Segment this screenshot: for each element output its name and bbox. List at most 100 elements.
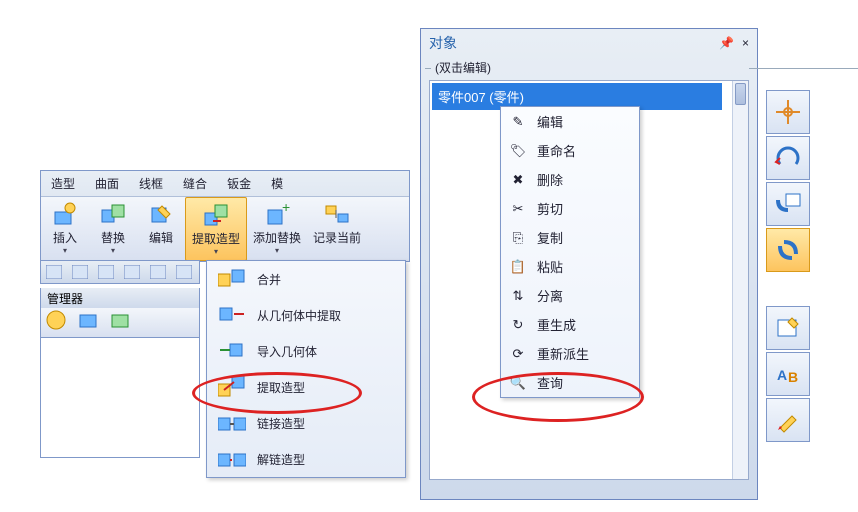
extract-shape-button[interactable]: 提取造型▾ — [185, 197, 247, 261]
dropdown-label: 导入几何体 — [257, 343, 317, 360]
edit-icon — [147, 201, 175, 229]
snap-button[interactable] — [766, 90, 810, 134]
chevron-down-icon: ▾ — [63, 246, 67, 255]
query-icon: 🔍 — [509, 374, 527, 392]
tab-surface[interactable]: 曲面 — [85, 171, 129, 196]
ctx-label: 复制 — [537, 228, 563, 247]
note-button[interactable] — [766, 306, 810, 350]
tab-stitch[interactable]: 缝合 — [173, 171, 217, 196]
vertical-toolbar: AB — [766, 90, 812, 442]
svg-text:B: B — [788, 369, 798, 385]
rename-tool-button[interactable]: AB — [766, 352, 810, 396]
dropdown-merge[interactable]: 合并 — [207, 261, 405, 297]
ctx-label: 重命名 — [537, 141, 576, 160]
link-shape-icon — [217, 411, 247, 435]
mgr-icon-1[interactable] — [45, 309, 67, 336]
pin-icon[interactable]: 📌 — [719, 36, 734, 50]
tab-wireframe[interactable]: 线框 — [129, 171, 173, 196]
record-label: 记录当前 — [313, 229, 361, 246]
mini-toolbar — [40, 260, 200, 284]
close-icon[interactable]: × — [742, 36, 749, 50]
tab-shape[interactable]: 造型 — [41, 171, 85, 196]
ctx-rename[interactable]: 🏷 重命名 — [501, 136, 639, 165]
ribbon-tabs: 造型 曲面 线框 缝合 钣金 模 — [41, 171, 409, 196]
chevron-down-icon: ▾ — [111, 246, 115, 255]
dropdown-label: 从几何体中提取 — [257, 307, 341, 324]
scissors-icon: ✂ — [509, 200, 527, 218]
mini-btn-1[interactable] — [42, 262, 66, 282]
ribbon: 造型 曲面 线框 缝合 钣金 模 插入▾ 替换▾ 编辑 提取造型▾ + 添加替换… — [40, 170, 410, 262]
manager-label: 管理器 — [40, 288, 200, 310]
replace-button[interactable]: 替换▾ — [89, 197, 137, 261]
dropdown-extract-from-geom[interactable]: 从几何体中提取 — [207, 297, 405, 333]
insert-icon — [51, 201, 79, 229]
ctx-label: 粘贴 — [537, 257, 563, 276]
mini-btn-2[interactable] — [68, 262, 92, 282]
separate-icon: ⇅ — [509, 287, 527, 305]
scrollbar[interactable] — [732, 81, 748, 479]
ctx-label: 剪切 — [537, 199, 563, 218]
ctx-label: 分离 — [537, 286, 563, 305]
ctx-delete[interactable]: ✖ 删除 — [501, 165, 639, 194]
ctx-label: 编辑 — [537, 112, 563, 131]
ctx-label: 查询 — [537, 373, 563, 392]
edit-label: 编辑 — [149, 229, 173, 246]
link-button[interactable] — [766, 228, 810, 272]
rotate-button[interactable] — [766, 136, 810, 180]
ctx-regenerate[interactable]: ↻重生成 — [501, 310, 639, 339]
ctx-label: 重生成 — [537, 315, 576, 334]
dropdown-link-shape[interactable]: 链接造型 — [207, 405, 405, 441]
ctx-separate[interactable]: ⇅ 分离 — [501, 281, 639, 310]
delete-icon: ✖ — [509, 171, 527, 189]
add-replace-icon: + — [263, 201, 291, 229]
ctx-label: 删除 — [537, 170, 563, 189]
mgr-icon-3[interactable] — [109, 309, 131, 336]
merge-icon — [217, 267, 247, 291]
dropdown-unlink-shape[interactable]: 解链造型 — [207, 441, 405, 477]
mini-btn-6[interactable] — [172, 262, 196, 282]
ctx-label: 重新派生 — [537, 344, 589, 363]
import-geom-icon — [217, 339, 247, 363]
ctx-edit[interactable]: ✎ 编辑 — [501, 107, 639, 136]
manager-icons — [40, 308, 200, 338]
unlink-shape-icon — [217, 447, 247, 471]
dropdown-extract-shape[interactable]: 提取造型 — [207, 369, 405, 405]
dropdown-label: 解链造型 — [257, 451, 305, 468]
link-table-button[interactable] — [766, 182, 810, 226]
insert-button[interactable]: 插入▾ — [41, 197, 89, 261]
extract-shape-icon — [202, 202, 230, 230]
scrollbar-thumb[interactable] — [735, 83, 746, 105]
mini-btn-5[interactable] — [146, 262, 170, 282]
add-replace-button[interactable]: + 添加替换▾ — [247, 197, 307, 261]
add-replace-label: 添加替换 — [253, 229, 301, 246]
record-icon — [323, 201, 351, 229]
dropdown-label: 合并 — [257, 271, 281, 288]
copy-icon: ⎘ — [509, 229, 527, 247]
ctx-paste[interactable]: 📋粘贴 — [501, 252, 639, 281]
ribbon-body: 插入▾ 替换▾ 编辑 提取造型▾ + 添加替换▾ 记录当前 — [41, 196, 409, 261]
mini-btn-3[interactable] — [94, 262, 118, 282]
ctx-cut[interactable]: ✂ 剪切 — [501, 194, 639, 223]
highlight-button[interactable] — [766, 398, 810, 442]
edit-button[interactable]: 编辑 — [137, 197, 185, 261]
extract-shape-dropdown: 合并 从几何体中提取 导入几何体 提取造型 链接造型 解链造型 — [206, 260, 406, 478]
rename-icon: 🏷 — [509, 142, 527, 160]
ctx-query[interactable]: 🔍 查询 — [501, 368, 639, 397]
redevelop-icon: ⟳ — [509, 345, 527, 363]
extract-shape-label: 提取造型 — [192, 230, 240, 247]
ctx-redevelop[interactable]: ⟳ 重新派生 — [501, 339, 639, 368]
replace-label: 替换 — [101, 229, 125, 246]
tab-sheetmetal[interactable]: 钣金 — [217, 171, 261, 196]
extract-geom-icon — [217, 303, 247, 327]
dropdown-import-geom[interactable]: 导入几何体 — [207, 333, 405, 369]
mini-btn-4[interactable] — [120, 262, 144, 282]
tab-mold[interactable]: 模 — [261, 171, 293, 196]
mgr-icon-2[interactable] — [77, 309, 99, 336]
ctx-copy[interactable]: ⎘ 复制 — [501, 223, 639, 252]
panel-title: 对象 — [429, 33, 457, 53]
dropdown-label: 提取造型 — [257, 379, 305, 396]
chevron-down-icon: ▾ — [275, 246, 279, 255]
extract-shape-icon-2 — [217, 375, 247, 399]
pencil-icon: ✎ — [509, 113, 527, 131]
record-current-button[interactable]: 记录当前 — [307, 197, 367, 261]
